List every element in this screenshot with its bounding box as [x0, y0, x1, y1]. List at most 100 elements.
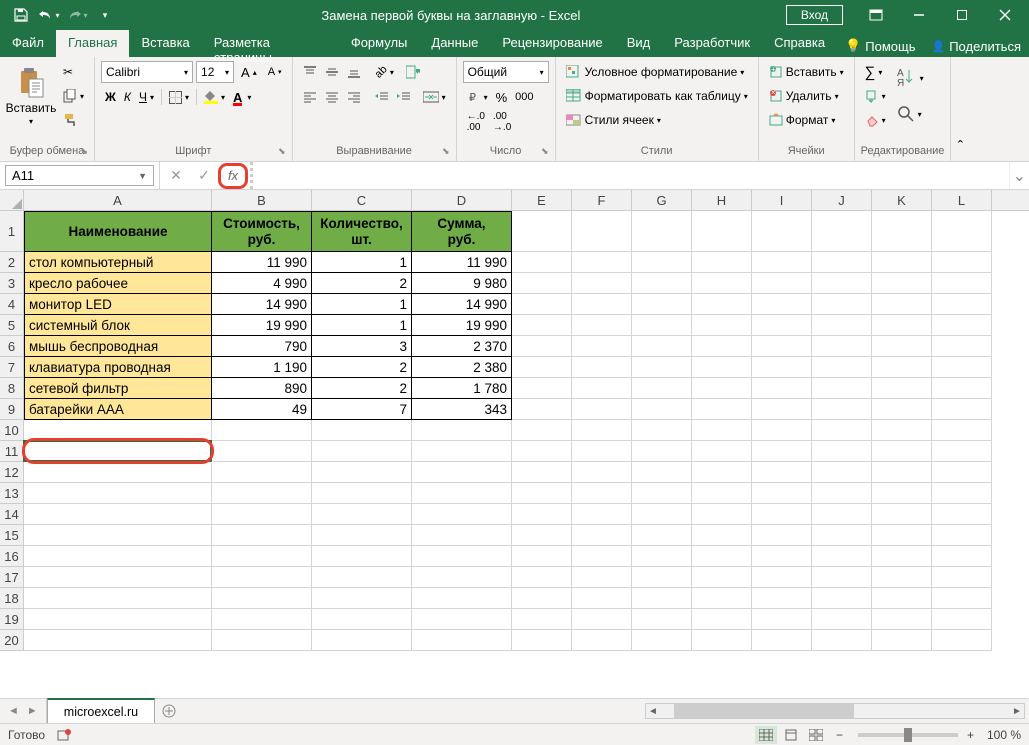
close-icon[interactable] [985, 0, 1025, 30]
row-header[interactable]: 19 [0, 609, 23, 630]
cell[interactable] [512, 420, 572, 441]
data-cell[interactable]: батарейки ААА [24, 399, 212, 420]
align-bottom-icon[interactable] [343, 61, 365, 83]
cell[interactable] [512, 336, 572, 357]
cell[interactable] [412, 588, 512, 609]
tab-вид[interactable]: Вид [615, 30, 663, 57]
cell[interactable] [752, 252, 812, 273]
data-cell[interactable]: 14 990 [412, 294, 512, 315]
cell[interactable] [572, 567, 632, 588]
cell[interactable] [812, 378, 872, 399]
cell[interactable] [752, 609, 812, 630]
data-cell[interactable]: 890 [212, 378, 312, 399]
cell[interactable] [572, 273, 632, 294]
cell[interactable] [812, 273, 872, 294]
column-header[interactable]: G [632, 190, 692, 210]
cell[interactable] [692, 357, 752, 378]
cell[interactable] [572, 462, 632, 483]
cell[interactable] [812, 609, 872, 630]
cell[interactable] [692, 567, 752, 588]
italic-button[interactable]: К [120, 86, 135, 108]
align-left-icon[interactable] [299, 86, 321, 108]
cell[interactable] [872, 357, 932, 378]
column-header[interactable]: E [512, 190, 572, 210]
horizontal-scrollbar[interactable]: ◄► [645, 703, 1025, 719]
cell[interactable] [932, 315, 992, 336]
cell[interactable] [752, 441, 812, 462]
cell[interactable] [692, 483, 752, 504]
cell[interactable] [512, 357, 572, 378]
cell[interactable] [872, 378, 932, 399]
cell[interactable] [932, 399, 992, 420]
cell[interactable] [512, 567, 572, 588]
data-cell[interactable]: сетевой фильтр [24, 378, 212, 399]
select-all-corner[interactable] [0, 190, 24, 211]
cell[interactable] [812, 546, 872, 567]
cell[interactable] [572, 609, 632, 630]
comma-format-icon[interactable]: 000 [511, 86, 537, 108]
cell[interactable] [632, 420, 692, 441]
row-header[interactable]: 8 [0, 378, 23, 399]
cell[interactable] [512, 483, 572, 504]
cell[interactable] [812, 441, 872, 462]
row-header[interactable]: 4 [0, 294, 23, 315]
cell[interactable] [692, 294, 752, 315]
cell[interactable] [872, 609, 932, 630]
cell[interactable] [212, 420, 312, 441]
cell[interactable] [512, 273, 572, 294]
wrap-text-icon[interactable] [402, 61, 426, 83]
expand-formula-icon[interactable]: ⌄ [1009, 162, 1029, 189]
row-header[interactable]: 20 [0, 630, 23, 651]
tab-файл[interactable]: Файл [0, 30, 56, 57]
cell[interactable] [212, 483, 312, 504]
cell[interactable] [872, 630, 932, 651]
cell[interactable] [812, 315, 872, 336]
data-cell[interactable]: 2 370 [412, 336, 512, 357]
find-select-icon[interactable]: ▾ [893, 97, 928, 131]
save-icon[interactable] [10, 4, 32, 26]
cell[interactable] [572, 630, 632, 651]
enter-formula-icon[interactable]: ✓ [190, 164, 218, 188]
data-cell[interactable]: Наименование [24, 211, 212, 252]
cell[interactable] [24, 630, 212, 651]
row-header[interactable]: 1 [0, 211, 23, 252]
column-header[interactable]: J [812, 190, 872, 210]
cell[interactable] [24, 420, 212, 441]
zoom-out-icon[interactable]: − [836, 728, 843, 742]
row-header[interactable]: 11 [0, 441, 23, 462]
data-cell[interactable]: 2 380 [412, 357, 512, 378]
cell[interactable] [752, 378, 812, 399]
cell[interactable] [812, 462, 872, 483]
cell[interactable] [572, 420, 632, 441]
merge-cells-icon[interactable]: ▾ [419, 86, 450, 108]
cell[interactable] [752, 399, 812, 420]
cell[interactable] [692, 420, 752, 441]
cell[interactable] [932, 567, 992, 588]
cell[interactable] [872, 252, 932, 273]
cell[interactable] [412, 609, 512, 630]
cell[interactable] [812, 567, 872, 588]
cell[interactable] [512, 252, 572, 273]
tab-разработчик[interactable]: Разработчик [662, 30, 762, 57]
data-cell[interactable]: 19 990 [412, 315, 512, 336]
cell[interactable] [212, 609, 312, 630]
cell[interactable] [24, 588, 212, 609]
cancel-formula-icon[interactable]: ✕ [162, 164, 190, 188]
data-cell[interactable]: 11 990 [212, 252, 312, 273]
cell[interactable] [572, 315, 632, 336]
cell[interactable] [632, 504, 692, 525]
cell[interactable] [872, 588, 932, 609]
cell[interactable] [752, 483, 812, 504]
cell[interactable] [24, 504, 212, 525]
number-format-select[interactable]: Общий▾ [463, 61, 549, 83]
cell[interactable] [752, 462, 812, 483]
cell[interactable] [692, 546, 752, 567]
cell[interactable] [632, 252, 692, 273]
data-cell[interactable]: 2 [312, 378, 412, 399]
font-color-icon[interactable]: A▾ [229, 86, 255, 108]
format-cells-button[interactable]: Формат▾ [765, 109, 848, 131]
cell[interactable] [752, 546, 812, 567]
cell[interactable] [932, 546, 992, 567]
cell[interactable] [572, 483, 632, 504]
cell[interactable] [572, 211, 632, 252]
